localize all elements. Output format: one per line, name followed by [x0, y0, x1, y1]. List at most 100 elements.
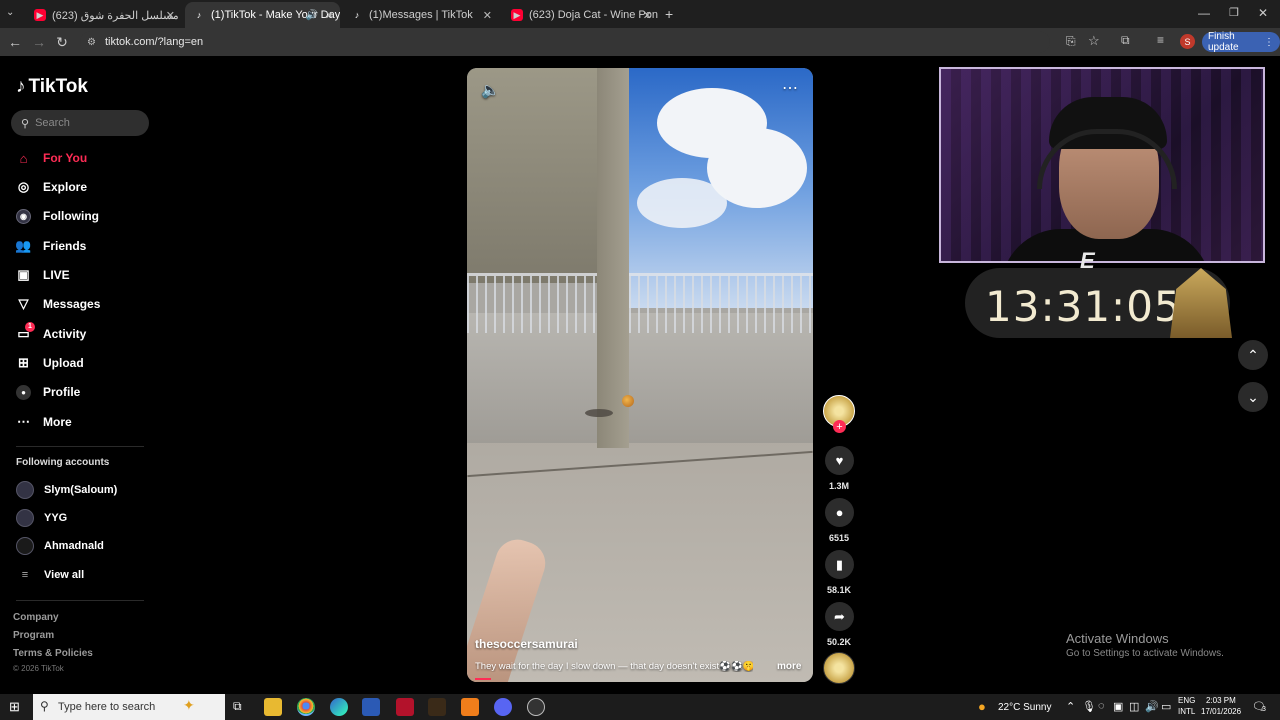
taskbar-search-input[interactable]: ⚲ Type here to search ✦ — [33, 694, 225, 720]
bookmark-icon: ▮ — [835, 556, 844, 572]
video-player[interactable]: 🔈 ⋯ thesoccersamurai They wait for the d… — [467, 68, 813, 682]
search-icon: ⚲ — [40, 699, 49, 713]
comment-button[interactable]: ● — [825, 498, 854, 527]
discord-icon[interactable] — [494, 698, 512, 716]
tab-tiktok-messages[interactable]: ♪ (1)Messages | TikTok ✕ — [343, 4, 498, 26]
following-avatar-icon: ◉ — [16, 208, 31, 224]
footer-program-link[interactable]: Program — [13, 630, 54, 641]
previous-video-button[interactable]: ⌃ — [1238, 340, 1268, 370]
caption-more-button[interactable]: more — [777, 661, 801, 672]
tab-list-icon[interactable]: ⌄ — [6, 7, 14, 18]
finish-update-button[interactable]: Finish update ⋮ — [1202, 31, 1280, 53]
battery-icon[interactable]: ▭ — [1161, 700, 1171, 713]
nav-friends[interactable]: 👥 Friends — [15, 236, 86, 256]
extensions-icon[interactable]: ⧉ — [1121, 33, 1130, 48]
nav-label: Upload — [43, 356, 84, 370]
view-all-link[interactable]: ≡ View all — [16, 565, 84, 585]
follow-plus-icon[interactable]: + — [833, 420, 846, 433]
volume-icon[interactable]: 🔈 — [481, 81, 500, 99]
reload-icon[interactable]: ↻ — [53, 34, 71, 51]
volume-icon[interactable]: 🔊 — [1145, 700, 1159, 713]
back-icon[interactable]: ← — [6, 34, 24, 50]
minimize-icon[interactable]: — — [1198, 6, 1210, 20]
file-explorer-icon[interactable] — [264, 698, 282, 716]
site-info-icon[interactable]: ⚙ — [87, 37, 96, 48]
url-field[interactable]: ⚙ tiktok.com/?lang=en — [80, 31, 1050, 53]
tray-app-icon[interactable]: ▣ — [1113, 700, 1123, 713]
nav-upload[interactable]: ⊞ Upload — [16, 353, 84, 373]
app-icon[interactable] — [396, 698, 414, 716]
video-sky — [627, 68, 813, 308]
footer-copyright: © 2026 TikTok — [13, 664, 64, 673]
weather-text[interactable]: 22°C Sunny — [998, 702, 1051, 713]
forward-icon[interactable]: → — [30, 34, 48, 50]
search-input[interactable]: ⚲ Search — [11, 110, 149, 136]
profile-avatar[interactable]: S — [1180, 34, 1195, 49]
install-app-icon[interactable]: ⎘ — [1066, 34, 1076, 49]
app-icon[interactable] — [461, 698, 479, 716]
restore-icon[interactable]: ❐ — [1229, 6, 1239, 19]
app-icon[interactable] — [362, 698, 380, 716]
avatar — [16, 509, 34, 527]
nav-live[interactable]: ▣ LIVE — [16, 265, 69, 285]
chevron-down-icon: ⌄ — [1247, 388, 1259, 405]
media-controls-icon[interactable]: ≡ — [1157, 33, 1164, 47]
like-button[interactable]: ♥ — [825, 446, 854, 475]
save-button[interactable]: ▮ — [825, 550, 854, 579]
tray-app-icon[interactable]: ◫ — [1129, 700, 1139, 713]
next-video-button[interactable]: ⌄ — [1238, 382, 1268, 412]
tab-label: (623) Doja Cat - Wine Pon You — [529, 9, 658, 21]
avatar — [16, 481, 34, 499]
tray-chevron-icon[interactable]: ⌃ — [1066, 700, 1075, 713]
bookmark-star-icon[interactable]: ☆ — [1088, 33, 1100, 49]
app-icon[interactable] — [428, 698, 446, 716]
tab-label: (623) اغنية مسلسل الحفرة شوق — [52, 9, 181, 22]
task-view-icon[interactable]: ⧉ — [233, 699, 242, 714]
tab-tiktok-active[interactable]: ♪ (1)TikTok - Make Your Day 🔊 ✕ — [185, 2, 340, 28]
close-icon[interactable]: ✕ — [325, 9, 334, 22]
footer-company-link[interactable]: Company — [13, 612, 59, 623]
video-more-icon[interactable]: ⋯ — [782, 78, 798, 98]
obs-icon[interactable] — [527, 698, 545, 716]
tab-youtube-2[interactable]: ▶ (623) Doja Cat - Wine Pon You ✕ — [503, 4, 658, 26]
nav-for-you[interactable]: ⌂ For You — [16, 148, 88, 168]
edge-icon[interactable] — [330, 698, 348, 716]
nav-more[interactable]: ⋯ More — [16, 412, 72, 432]
nav-label: Profile — [43, 385, 81, 399]
chrome-icon[interactable] — [297, 698, 315, 716]
following-account-1[interactable]: Slym(Saloum) — [16, 480, 117, 500]
following-account-3[interactable]: Ahmadnald — [16, 536, 104, 556]
microphone-icon[interactable]: 🎙 — [1082, 700, 1096, 713]
speaker-icon[interactable]: 🔊 — [306, 10, 318, 21]
tab-youtube-1[interactable]: ▶ (623) اغنية مسلسل الحفرة شوق ✕ — [26, 4, 181, 26]
video-author[interactable]: thesoccersamurai — [475, 637, 578, 651]
close-icon[interactable]: ✕ — [483, 9, 492, 22]
close-icon[interactable]: ✕ — [643, 9, 652, 22]
language-layout[interactable]: INTL — [1178, 707, 1195, 716]
clock-date[interactable]: 17/01/2026 — [1201, 707, 1241, 716]
network-icon[interactable]: ◌ — [1098, 700, 1105, 712]
cloud — [637, 178, 727, 228]
windows-start-icon[interactable]: ⊞ — [9, 699, 20, 715]
nav-explore[interactable]: ◎ Explore — [16, 177, 87, 197]
nav-following[interactable]: ◉ Following — [16, 206, 99, 226]
nav-activity[interactable]: ▭ 1 Activity — [16, 321, 86, 344]
tiktok-icon: ♪ — [196, 10, 202, 20]
nav-messages[interactable]: ▽ Messages — [16, 294, 101, 314]
new-tab-icon[interactable]: + — [665, 6, 673, 22]
share-button[interactable]: ➦ — [825, 602, 854, 631]
search-placeholder: Search — [35, 117, 70, 129]
clock-time[interactable]: 2:03 PM — [1206, 696, 1236, 705]
close-window-icon[interactable]: ✕ — [1258, 6, 1268, 20]
close-icon[interactable]: ✕ — [166, 9, 175, 22]
footer-terms-link[interactable]: Terms & Policies — [13, 648, 93, 659]
language-indicator[interactable]: ENG — [1178, 696, 1195, 705]
music-disc[interactable] — [823, 652, 855, 684]
tiktok-logo[interactable]: ♪ TikTok — [16, 76, 88, 98]
following-account-2[interactable]: YYG — [16, 508, 67, 528]
progress-bar[interactable] — [475, 678, 491, 680]
tiktok-icon: ♪ — [354, 10, 360, 20]
more-icon: ⋯ — [17, 414, 30, 429]
account-name: Ahmadnald — [44, 540, 104, 552]
nav-profile[interactable]: ● Profile — [16, 382, 80, 402]
